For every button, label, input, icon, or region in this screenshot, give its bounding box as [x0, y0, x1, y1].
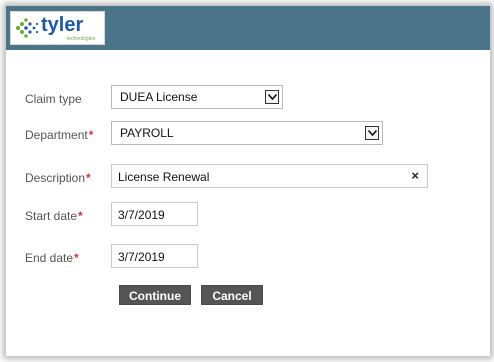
app-header: tyler technologies	[6, 6, 490, 50]
department-label: Department*	[25, 128, 93, 142]
end-date-row: End date* 3/7/2019	[6, 244, 490, 274]
start-date-row: Start date* 3/7/2019	[6, 202, 490, 232]
description-row: Description* License Renewal ×	[6, 164, 490, 194]
continue-button[interactable]: Continue	[119, 285, 191, 305]
claim-type-select[interactable]: DUEA License	[111, 85, 283, 109]
claim-type-label: Claim type	[25, 92, 82, 106]
start-date-input[interactable]: 3/7/2019	[111, 202, 198, 226]
app-window: tyler technologies Claim type DUEA Licen…	[6, 6, 490, 356]
description-label-text: Description	[25, 171, 86, 185]
brand-name: tyler	[41, 14, 84, 36]
required-marker: *	[78, 209, 83, 223]
required-marker: *	[88, 128, 94, 142]
tyler-logo: tyler technologies	[10, 11, 105, 45]
cancel-button[interactable]: Cancel	[201, 285, 263, 305]
start-date-label-text: Start date	[25, 209, 78, 223]
tyler-logo-icon	[15, 18, 39, 38]
clear-icon[interactable]: ×	[411, 168, 419, 184]
start-date-value: 3/7/2019	[118, 208, 165, 222]
end-date-value: 3/7/2019	[118, 250, 165, 264]
claim-type-row: Claim type DUEA License	[6, 85, 490, 115]
chevron-down-icon[interactable]	[265, 90, 279, 104]
end-date-label-text: End date	[25, 251, 74, 265]
required-marker: *	[74, 251, 79, 265]
claim-type-value: DUEA License	[120, 90, 198, 104]
brand-tagline: technologies	[67, 36, 96, 42]
description-value: License Renewal	[118, 170, 210, 184]
start-date-label: Start date*	[25, 209, 83, 223]
end-date-label: End date*	[25, 251, 79, 265]
department-row: Department* PAYROLL	[6, 121, 490, 151]
required-marker: *	[86, 171, 91, 185]
department-value: PAYROLL	[120, 126, 174, 140]
department-select[interactable]: PAYROLL	[111, 121, 383, 145]
department-label-text: Department	[25, 128, 88, 142]
end-date-input[interactable]: 3/7/2019	[111, 244, 198, 268]
chevron-down-icon[interactable]	[365, 126, 379, 140]
description-input[interactable]: License Renewal ×	[111, 164, 428, 188]
description-label: Description*	[25, 171, 91, 185]
